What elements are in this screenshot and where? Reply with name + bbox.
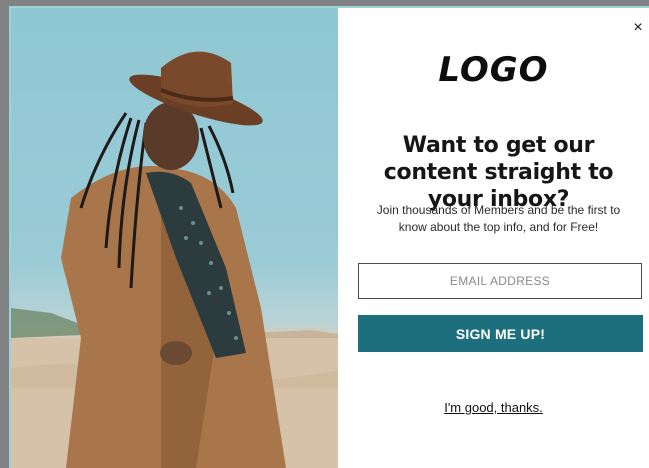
woman-in-hat-image (11, 51, 338, 468)
signup-panel: × LOGO Want to get our content straight … (338, 8, 649, 468)
sign-me-up-button[interactable]: SIGN ME UP! (358, 315, 643, 352)
popup-headline: Want to get our content straight to your… (383, 133, 614, 212)
brand-logo: LOGO (438, 50, 549, 90)
close-icon[interactable]: × (630, 20, 646, 36)
popup-subtext: Join thousands of Members and be the fir… (376, 203, 621, 234)
signup-modal: × LOGO Want to get our content straight … (9, 6, 649, 468)
email-field[interactable] (358, 263, 642, 299)
hero-photo (11, 8, 338, 468)
decline-link[interactable]: I'm good, thanks. (338, 400, 649, 415)
